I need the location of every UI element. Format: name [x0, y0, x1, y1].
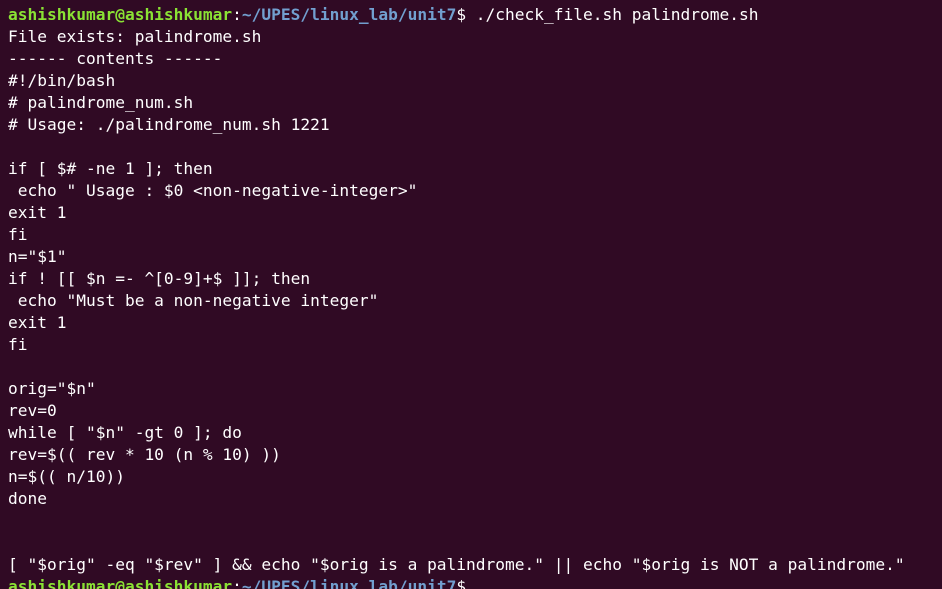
- output-line: ------ contents ------: [8, 49, 223, 68]
- output-line: exit 1: [8, 313, 67, 332]
- output-lines: File exists: palindrome.sh ------ content…: [8, 26, 942, 576]
- command-text: ./check_file.sh palindrome.sh: [466, 5, 759, 24]
- output-line: # palindrome_num.sh: [8, 93, 194, 112]
- output-line: echo " Usage : $0 <non-negative-integer>…: [8, 181, 418, 200]
- output-line: #!/bin/bash: [8, 71, 116, 90]
- prompt-user-host: ashishkumar@ashishkumar: [8, 5, 233, 24]
- prompt-line: ashishkumar@ashishkumar:~/UPES/linux_lab…: [8, 4, 942, 26]
- prompt-separator: :: [232, 5, 242, 24]
- next-prompt-line[interactable]: ashishkumar@ashishkumar:~/UPES/linux_lab…: [8, 576, 466, 589]
- output-line: echo "Must be a non-negative integer": [8, 291, 379, 310]
- output-line: # Usage: ./palindrome_num.sh 1221: [8, 115, 330, 134]
- next-prompt-symbol: $: [456, 577, 467, 589]
- output-line: exit 1: [8, 203, 67, 222]
- output-line: n="$1": [8, 247, 67, 266]
- next-prompt-separator: :: [232, 577, 242, 589]
- output-line: [ "$orig" -eq "$rev" ] && echo "$orig is…: [8, 555, 905, 574]
- terminal-window[interactable]: ashishkumar@ashishkumar:~/UPES/linux_lab…: [0, 0, 942, 589]
- output-line: while [ "$n" -gt 0 ]; do: [8, 423, 242, 442]
- next-prompt-user-host: ashishkumar@ashishkumar: [8, 577, 233, 589]
- output-line: n=$(( n/10)): [8, 467, 125, 486]
- output-line: fi: [8, 225, 28, 244]
- output-line: if ! [[ $n =- ^[0-9]+$ ]]; then: [8, 269, 311, 288]
- next-prompt-path: ~/UPES/linux_lab/unit7: [241, 577, 457, 589]
- prompt-symbol: $: [456, 5, 467, 24]
- output-line: if [ $# -ne 1 ]; then: [8, 159, 213, 178]
- output-line: rev=0: [8, 401, 57, 420]
- output-line: orig="$n": [8, 379, 96, 398]
- output-line: File exists: palindrome.sh: [8, 27, 262, 46]
- terminal-output: ashishkumar@ashishkumar:~/UPES/linux_lab…: [8, 4, 942, 576]
- output-line: rev=$(( rev * 10 (n % 10) )): [8, 445, 281, 464]
- output-line: done: [8, 489, 47, 508]
- output-line: fi: [8, 335, 28, 354]
- prompt-path: ~/UPES/linux_lab/unit7: [241, 5, 457, 24]
